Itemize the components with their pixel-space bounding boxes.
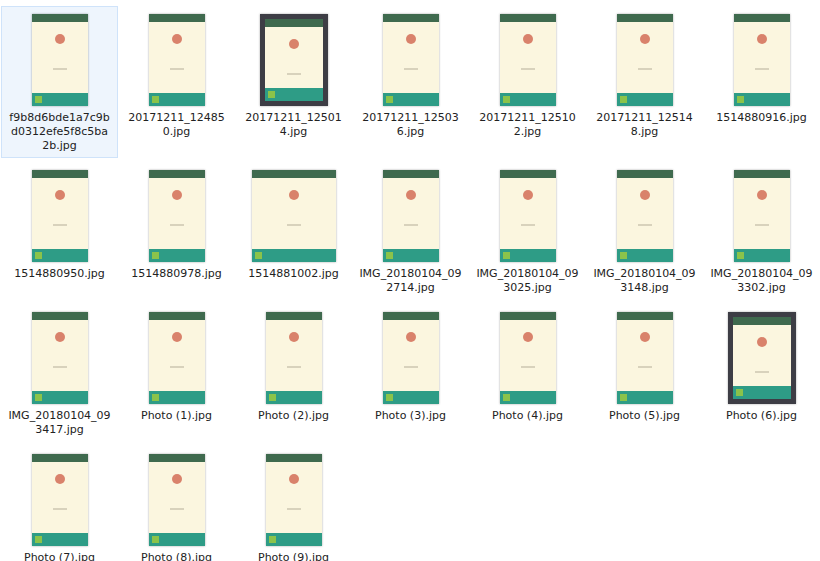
image-thumbnail-icon xyxy=(32,312,88,404)
image-thumbnail-icon xyxy=(149,312,205,404)
image-thumbnail-icon xyxy=(500,312,556,404)
file-item[interactable]: IMG_20180104_093302.jpg xyxy=(703,162,820,300)
image-thumbnail-icon xyxy=(383,14,439,106)
file-item[interactable]: Photo (3).jpg xyxy=(352,304,469,428)
file-name: 1514880950.jpg xyxy=(8,267,112,281)
file-item[interactable]: 20171211_125036.jpg xyxy=(352,6,469,144)
image-thumbnail-icon xyxy=(32,14,88,106)
file-name: 1514881002.jpg xyxy=(242,267,346,281)
image-thumbnail-icon xyxy=(617,14,673,106)
file-name: Photo (8).jpg xyxy=(125,551,229,561)
file-item[interactable]: Photo (5).jpg xyxy=(586,304,703,428)
image-thumbnail-icon xyxy=(734,14,790,106)
file-name: IMG_20180104_093417.jpg xyxy=(8,409,112,437)
image-thumbnail-icon xyxy=(500,170,556,262)
file-item[interactable]: Photo (2).jpg xyxy=(235,304,352,428)
image-thumbnail-icon xyxy=(383,170,439,262)
file-item[interactable]: 20171211_125102.jpg xyxy=(469,6,586,144)
file-item[interactable]: Photo (1).jpg xyxy=(118,304,235,428)
file-name: IMG_20180104_093302.jpg xyxy=(710,267,814,295)
file-item[interactable]: 1514880950.jpg xyxy=(1,162,118,286)
file-item[interactable]: IMG_20180104_093417.jpg xyxy=(1,304,118,442)
image-thumbnail-icon xyxy=(734,170,790,262)
image-thumbnail-icon xyxy=(149,170,205,262)
file-name: 20171211_125102.jpg xyxy=(476,111,580,139)
file-name: 20171211_125014.jpg xyxy=(242,111,346,139)
file-item[interactable]: Photo (4).jpg xyxy=(469,304,586,428)
file-name: Photo (1).jpg xyxy=(125,409,229,423)
image-thumbnail-icon xyxy=(266,454,322,546)
image-thumbnail-icon xyxy=(260,14,328,106)
image-thumbnail-icon xyxy=(383,312,439,404)
file-item[interactable]: 1514880978.jpg xyxy=(118,162,235,286)
file-item[interactable]: Photo (6).jpg xyxy=(703,304,820,428)
file-name: Photo (4).jpg xyxy=(476,409,580,423)
image-thumbnail-icon xyxy=(32,170,88,262)
file-name: 20171211_124850.jpg xyxy=(125,111,229,139)
file-item[interactable]: Photo (9).jpg xyxy=(235,446,352,561)
file-name: Photo (2).jpg xyxy=(242,409,346,423)
file-name: Photo (6).jpg xyxy=(710,409,814,423)
image-thumbnail-icon xyxy=(252,170,336,262)
file-name: 20171211_125036.jpg xyxy=(359,111,463,139)
file-item[interactable]: Photo (7).jpg xyxy=(1,446,118,561)
file-name: Photo (9).jpg xyxy=(242,551,346,561)
image-thumbnail-icon xyxy=(149,454,205,546)
file-grid: f9b8d6bde1a7c9bd0312efe5f8c5ba2b.jpg 2017… xyxy=(0,0,820,561)
image-thumbnail-icon xyxy=(32,454,88,546)
file-name: 1514880916.jpg xyxy=(710,111,814,125)
file-item[interactable]: 1514881002.jpg xyxy=(235,162,352,286)
image-thumbnail-icon xyxy=(266,312,322,404)
file-name: IMG_20180104_093148.jpg xyxy=(593,267,697,295)
file-item[interactable]: 20171211_125148.jpg xyxy=(586,6,703,144)
file-name: IMG_20180104_092714.jpg xyxy=(359,267,463,295)
image-thumbnail-icon xyxy=(617,312,673,404)
file-name: 1514880978.jpg xyxy=(125,267,229,281)
file-item[interactable]: Photo (8).jpg xyxy=(118,446,235,561)
file-name: 20171211_125148.jpg xyxy=(593,111,697,139)
file-item[interactable]: IMG_20180104_092714.jpg xyxy=(352,162,469,300)
file-item[interactable]: IMG_20180104_093025.jpg xyxy=(469,162,586,300)
image-thumbnail-icon xyxy=(728,312,796,404)
file-name: Photo (3).jpg xyxy=(359,409,463,423)
image-thumbnail-icon xyxy=(500,14,556,106)
file-item[interactable]: 1514880916.jpg xyxy=(703,6,820,130)
file-name: IMG_20180104_093025.jpg xyxy=(476,267,580,295)
file-item[interactable]: 20171211_124850.jpg xyxy=(118,6,235,144)
file-item[interactable]: f9b8d6bde1a7c9bd0312efe5f8c5ba2b.jpg xyxy=(1,6,118,158)
file-name: Photo (7).jpg xyxy=(8,551,112,561)
file-name: f9b8d6bde1a7c9bd0312efe5f8c5ba2b.jpg xyxy=(8,111,112,153)
image-thumbnail-icon xyxy=(617,170,673,262)
image-thumbnail-icon xyxy=(149,14,205,106)
file-item[interactable]: IMG_20180104_093148.jpg xyxy=(586,162,703,300)
file-item[interactable]: 20171211_125014.jpg xyxy=(235,6,352,144)
file-name: Photo (5).jpg xyxy=(593,409,697,423)
